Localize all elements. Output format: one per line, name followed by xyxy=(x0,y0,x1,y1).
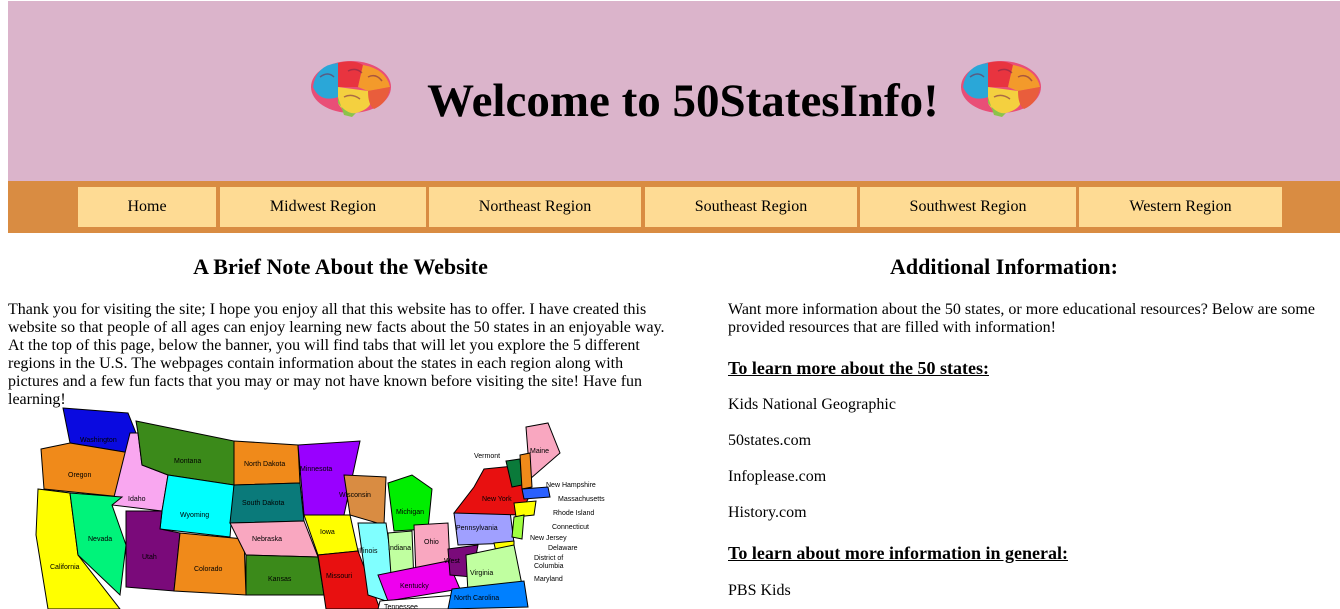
state-kansas xyxy=(245,554,325,596)
map-label-oregon: Oregon xyxy=(68,472,91,479)
state-wyoming xyxy=(159,474,235,538)
map-label-california: California xyxy=(50,564,80,571)
map-label-illinois: Illinois xyxy=(358,548,378,555)
map-label-kansas: Kansas xyxy=(268,576,292,583)
map-label-wisconsin: Wisconsin xyxy=(339,492,371,499)
states-resources-heading: To learn more about the 50 states: xyxy=(728,358,989,378)
map-label-tennessee: Tennessee xyxy=(384,604,418,609)
info-heading: Additional Information: xyxy=(890,254,1118,279)
map-label-idaho: Idaho xyxy=(128,496,146,503)
map-label-nevada: Nevada xyxy=(88,536,112,543)
tab-southwest-region[interactable]: Southwest Region xyxy=(860,187,1076,227)
map-label-utah: Utah xyxy=(142,554,157,561)
map-label-delaware: Delaware xyxy=(548,545,578,552)
tab-western-region[interactable]: Western Region xyxy=(1079,187,1282,227)
tab-southeast-region[interactable]: Southeast Region xyxy=(645,187,857,227)
page-title: Welcome to 50StatesInfo! xyxy=(427,75,939,127)
map-label-north-dakota: North Dakota xyxy=(244,461,285,468)
map-label-rhode-island: Rhode Island xyxy=(553,510,594,517)
map-label-pennsylvania: Pennsylvania xyxy=(456,525,498,532)
map-label-west-virginia: West xyxy=(444,558,460,565)
additional-information-section: Additional Information: Want more inform… xyxy=(728,233,1340,600)
map-label-washington: Washington xyxy=(80,437,117,444)
map-label-montana: Montana xyxy=(174,458,201,465)
map-label-massachusetts: Massachusetts xyxy=(558,496,605,503)
general-resources-heading: To learn about more information in gener… xyxy=(728,543,1068,563)
map-label-virginia: Virginia xyxy=(470,570,493,577)
note-body: Thank you for visiting the site; I hope … xyxy=(8,301,665,408)
link-infoplease[interactable]: Infoplease.com xyxy=(728,468,1340,486)
website-note-section: A Brief Note About the Website Thank you… xyxy=(8,233,673,409)
link-pbs-kids[interactable]: PBS Kids xyxy=(728,582,1340,600)
note-heading: A Brief Note About the Website xyxy=(193,254,488,279)
map-label-kentucky: Kentucky xyxy=(400,583,429,590)
tab-midwest-region[interactable]: Midwest Region xyxy=(220,187,426,227)
info-intro: Want more information about the 50 state… xyxy=(728,301,1315,336)
us-states-map: Washington Oregon California Idaho Nevad… xyxy=(8,405,613,609)
state-colorado xyxy=(173,532,247,596)
map-label-indiana: Indiana xyxy=(388,545,411,552)
map-label-south-dakota: South Dakota xyxy=(242,500,285,507)
tab-home[interactable]: Home xyxy=(78,187,216,227)
map-label-vermont: Vermont xyxy=(474,453,500,460)
map-label-michigan: Michigan xyxy=(396,509,424,516)
map-label-new-hampshire: New Hampshire xyxy=(546,482,596,489)
map-label-connecticut: Connecticut xyxy=(552,524,589,531)
map-label-colorado: Colorado xyxy=(194,566,223,573)
tab-northeast-region[interactable]: Northeast Region xyxy=(429,187,641,227)
map-label-missouri: Missouri xyxy=(326,573,353,580)
map-label-district-of-columbia: District of xyxy=(534,555,563,562)
colorful-brain-icon xyxy=(961,61,1041,117)
map-label-new-jersey: New Jersey xyxy=(530,535,567,542)
link-kids-national-geographic[interactable]: Kids National Geographic xyxy=(728,396,1340,414)
link-50states[interactable]: 50states.com xyxy=(728,432,1340,450)
map-label-maryland: Maryland xyxy=(534,576,563,583)
link-history[interactable]: History.com xyxy=(728,504,1340,522)
map-label-nebraska: Nebraska xyxy=(252,536,282,543)
map-label-district-of-columbia-2: Columbia xyxy=(534,563,564,570)
state-michigan xyxy=(387,474,433,532)
colorful-brain-icon xyxy=(311,61,391,117)
banner: Welcome to 50StatesInfo! xyxy=(8,1,1340,181)
map-label-minnesota: Minnesota xyxy=(300,466,332,473)
map-label-maine: Maine xyxy=(530,448,549,455)
state-new-hampshire xyxy=(519,452,533,490)
state-connecticut xyxy=(513,500,537,518)
map-label-north-carolina: North Carolina xyxy=(454,595,499,602)
map-label-new-york: New York xyxy=(482,496,512,503)
state-new-jersey xyxy=(511,514,525,540)
region-navbar: Home Midwest Region Northeast Region Sou… xyxy=(8,181,1340,233)
map-label-wyoming: Wyoming xyxy=(180,512,209,519)
map-label-iowa: Iowa xyxy=(320,529,335,536)
map-label-ohio: Ohio xyxy=(424,539,439,546)
